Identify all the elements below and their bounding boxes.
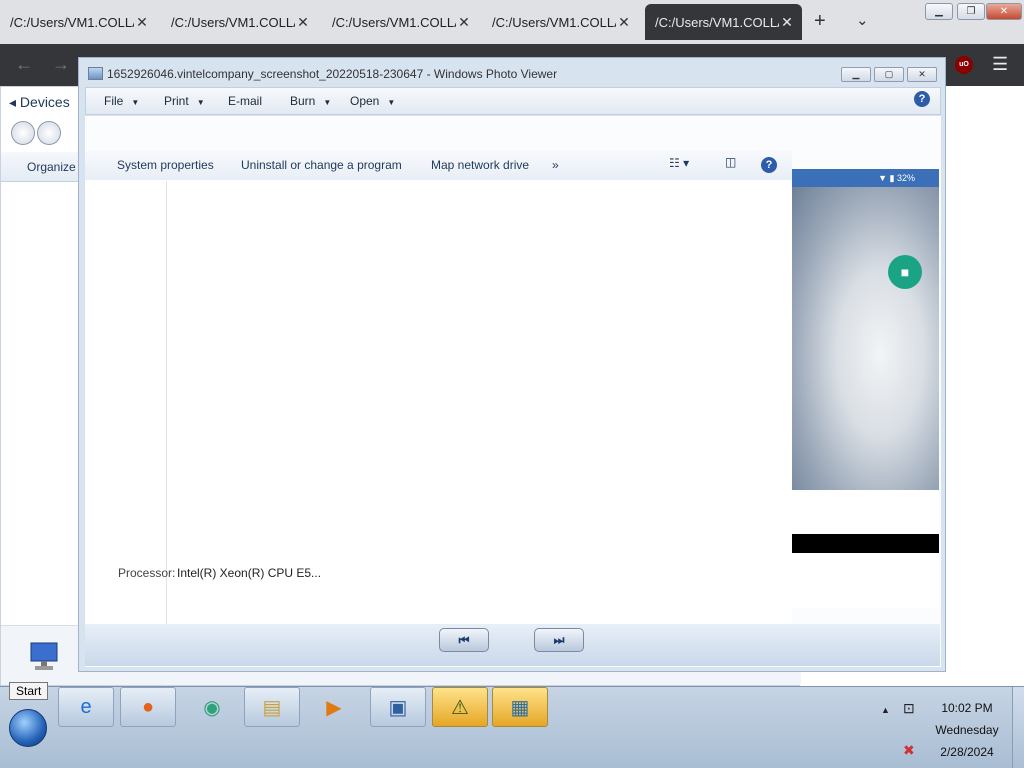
clock-date: 2/28/2024 [940,745,994,759]
tab-close-icon[interactable]: ✕ [616,14,632,31]
action-center-icon[interactable]: ⚠ [432,687,488,727]
network-icon[interactable]: ⊡ [903,700,915,717]
black-bar [792,534,939,553]
start-button[interactable] [9,709,47,747]
dropdown-arrow-icon: ▼ [131,98,140,107]
app-icon[interactable]: ◉ [184,687,240,727]
browser-tab-bar: /C:/Users/VM1.COLLAB ✕ /C:/Users/VM1.COL… [0,0,1024,44]
help-icon[interactable]: ? [914,91,930,107]
tab-title: /C:/Users/VM1.COLLAB [492,14,616,30]
new-tab-button[interactable]: + [814,10,826,33]
browser-tab[interactable]: /C:/Users/VM1.COLLAB ✕ [482,4,632,40]
menu-file[interactable]: File ▼ [104,94,139,108]
tab-list-chevron-icon[interactable]: ⌄ [856,11,869,29]
tab-close-icon[interactable]: ✕ [134,14,150,31]
image-content-area [85,180,792,624]
control-panel-icon[interactable]: ▣ [370,687,426,727]
explorer-title: ◂ Devices [9,94,70,110]
firefox-icon[interactable]: ● [120,687,176,727]
show-hidden-icons-icon[interactable]: ▲ [881,705,890,715]
volume-muted-icon[interactable]: ✖ [903,742,915,759]
tab-title: /C:/Users/VM1.COLLAB [655,14,779,30]
processor-value: Intel(R) Xeon(R) CPU E5... [177,566,322,580]
map-network-drive-button: Map network drive [431,158,530,172]
menu-burn[interactable]: Burn ▼ [290,94,331,108]
close-button[interactable]: ✕ [986,3,1022,20]
uninstall-program-button: Uninstall or change a program [241,158,402,172]
view-options-icon: ☷ ▾ [669,156,690,170]
minimize-button[interactable]: ▁ [925,3,953,20]
sky-image: ■ [792,187,939,490]
tab-close-icon[interactable]: ✕ [456,14,472,31]
forward-button[interactable] [37,121,61,145]
computer-icon [27,641,67,673]
close-button[interactable]: ✕ [907,67,937,82]
ublock-extension-icon[interactable]: uO [955,56,973,74]
system-properties-button: System properties [117,158,214,172]
minimize-button[interactable]: ▁ [841,67,871,82]
menu-print[interactable]: Print ▼ [164,94,205,108]
window-title: 1652926046.vintelcompany_screenshot_2022… [107,67,558,81]
video-camera-icon: ■ [888,255,922,289]
processor-label: Processor: [118,566,176,580]
media-player-icon[interactable]: ▶ [306,687,362,727]
maximize-button[interactable]: ▢ [874,67,904,82]
back-button[interactable] [11,121,35,145]
photo-viewer-menubar: File ▼ Print ▼ E-mail Burn ▼ Open ▼ [85,87,941,115]
dropdown-arrow-icon: ▼ [196,98,205,107]
clock-day: Wednesday [935,723,999,737]
phone-screenshot: ▼ ▮ 32% ■ [792,169,939,608]
clock-time: 10:02 PM [941,701,993,715]
file-explorer-icon[interactable]: ▤ [244,687,300,727]
tab-title: /C:/Users/VM1.COLLAB [171,14,295,30]
organize-button[interactable]: Organize [27,160,76,174]
explorer-nav [11,121,61,147]
tab-close-icon[interactable]: ✕ [295,14,311,31]
tab-close-icon[interactable]: ✕ [779,14,795,31]
forward-arrow-icon[interactable]: → [52,54,70,75]
dropdown-arrow-icon: ▼ [323,98,332,107]
previous-button[interactable]: ⏮ [439,628,489,652]
browser-tab-active[interactable]: /C:/Users/VM1.COLLAB ✕ [645,4,802,40]
tab-title: /C:/Users/VM1.COLLAB [332,14,456,30]
browser-tab[interactable]: /C:/Users/VM1.COLLAB ✕ [0,4,150,40]
phone-status-bar: ▼ ▮ 32% [792,169,939,187]
image-command-bar: System properties Uninstall or change a … [85,150,792,181]
menu-email[interactable]: E-mail [228,94,262,108]
show-desktop-button[interactable] [1012,687,1024,768]
back-arrow-icon[interactable]: ← [15,54,33,75]
help-icon: ? [761,157,777,173]
battery-percent: 32% [896,173,915,183]
restore-button[interactable]: ❐ [957,3,985,20]
next-button[interactable]: ⏭ [534,628,584,652]
mouse-cursor-icon [376,592,386,610]
browser-menu-icon[interactable]: ☰ [992,54,1008,75]
taskbar: e ● ◉ ▤ ▶ ▣ ⚠ ▦ ▲ ⊡ ✖ 10:02 PM Wednesday… [0,686,1024,768]
preview-pane-icon: ◫ [725,155,737,169]
dropdown-arrow-icon: ▼ [387,98,396,107]
start-tooltip: Start [9,682,49,700]
browser-tab[interactable]: /C:/Users/VM1.COLLAB ✕ [322,4,472,40]
image-sidebar [85,181,167,624]
more-commands-button: » [552,158,559,172]
photo-viewer-icon[interactable]: ▦ [492,687,548,727]
internet-explorer-icon[interactable]: e [58,687,114,727]
menu-open[interactable]: Open ▼ [350,94,395,108]
tab-title: /C:/Users/VM1.COLLAB [10,14,134,30]
browser-tab[interactable]: /C:/Users/VM1.COLLAB ✕ [161,4,311,40]
photo-viewer-app-icon [88,67,103,80]
photo-viewer-navbar [85,624,940,666]
clock[interactable]: 10:02 PM Wednesday 2/28/2024 [928,697,1006,763]
